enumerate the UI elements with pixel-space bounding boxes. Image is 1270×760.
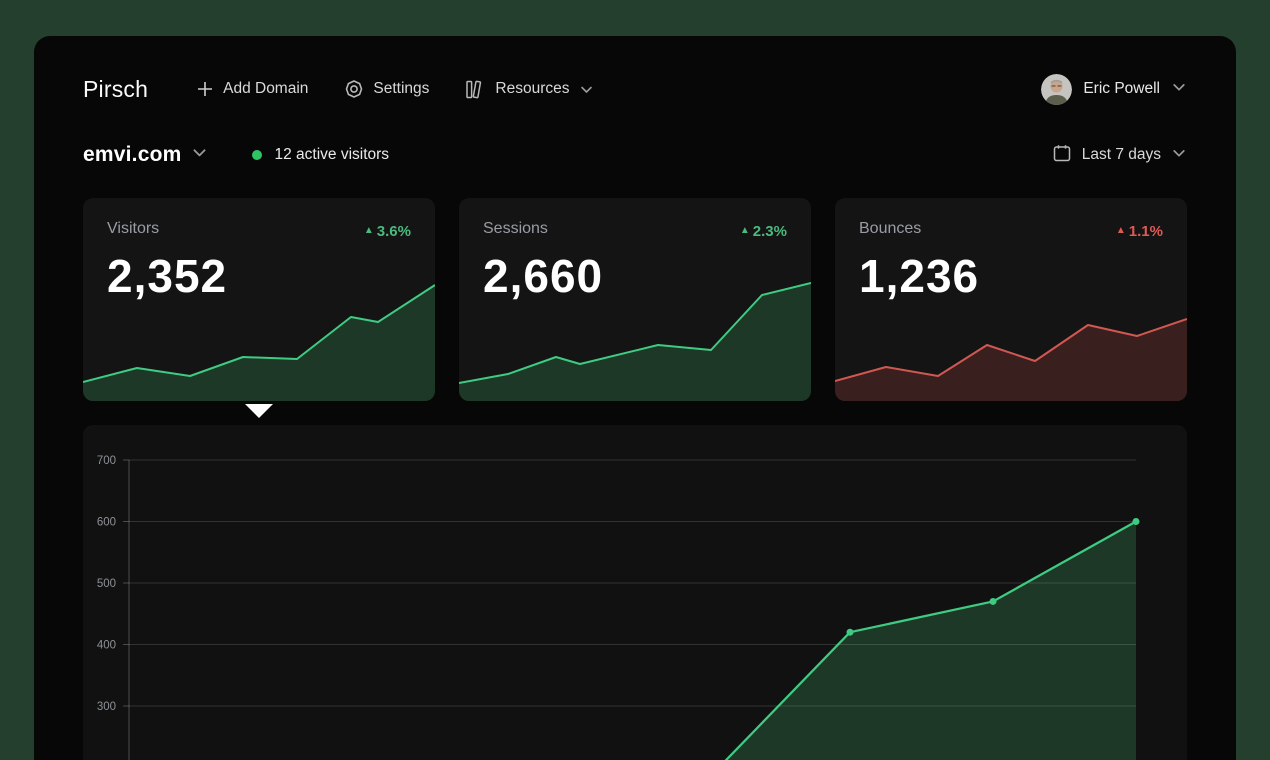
- user-menu[interactable]: Eric Powell: [1041, 74, 1187, 105]
- date-range-label: Last 7 days: [1082, 146, 1161, 164]
- domain-bar: emvi.com 12 active visitors Last 7 days: [83, 137, 1187, 173]
- stat-label: Bounces: [859, 220, 921, 238]
- svg-text:400: 400: [97, 640, 116, 652]
- sessions-sparkline: [459, 270, 811, 401]
- stats-row: Visitors ▲ 3.6% 2,352 Sessions ▲ 2.3%: [83, 198, 1187, 401]
- settings-label: Settings: [373, 80, 429, 98]
- stat-change-value: 2.3%: [753, 223, 787, 240]
- trend-up-icon: ▲: [1116, 226, 1126, 236]
- domain-selector[interactable]: emvi.com: [83, 143, 208, 167]
- selected-card-pointer-icon: [245, 404, 273, 418]
- visitors-sparkline: [83, 270, 435, 401]
- add-domain-button[interactable]: Add Domain: [196, 80, 308, 98]
- stat-change-badge: ▲ 2.3%: [740, 223, 787, 240]
- stat-card-sessions[interactable]: Sessions ▲ 2.3% 2,660: [459, 198, 811, 401]
- stat-change-value: 1.1%: [1129, 223, 1163, 240]
- svg-text:300: 300: [97, 701, 116, 713]
- trend-up-icon: ▲: [740, 226, 750, 236]
- domain-name: emvi.com: [83, 143, 181, 167]
- visitors-chart[interactable]: 300 400 500 600 700: [83, 425, 1187, 760]
- trend-up-icon: ▲: [364, 226, 374, 236]
- stat-change-badge: ▲ 1.1%: [1116, 223, 1163, 240]
- stat-label: Visitors: [107, 220, 159, 238]
- nav-items: Add Domain Settings: [196, 79, 593, 100]
- gear-icon: [344, 79, 364, 99]
- books-icon: [465, 79, 486, 100]
- top-nav: Pirsch Add Domain Settings: [83, 69, 1187, 109]
- user-name: Eric Powell: [1083, 80, 1160, 98]
- stat-label: Sessions: [483, 220, 548, 238]
- chevron-down-icon: [191, 144, 208, 166]
- plus-icon: [196, 80, 214, 98]
- app-logo[interactable]: Pirsch: [83, 76, 148, 103]
- stat-card-bounces[interactable]: Bounces ▲ 1.1% 1,236: [835, 198, 1187, 401]
- page-background: Pirsch Add Domain Settings: [0, 0, 1270, 760]
- main-chart-card: 300 400 500 600 700: [83, 425, 1187, 760]
- chevron-down-icon: [1171, 79, 1187, 100]
- resources-button[interactable]: Resources: [465, 79, 593, 100]
- active-visitors-label: 12 active visitors: [274, 146, 389, 164]
- stat-change-badge: ▲ 3.6%: [364, 223, 411, 240]
- settings-button[interactable]: Settings: [344, 79, 429, 99]
- active-visitors: 12 active visitors: [252, 146, 389, 164]
- chevron-down-icon: [1171, 145, 1187, 166]
- chevron-down-icon: [579, 82, 594, 97]
- bounces-sparkline: [835, 270, 1187, 401]
- svg-text:500: 500: [97, 578, 116, 590]
- avatar[interactable]: [1041, 74, 1072, 105]
- app-window: Pirsch Add Domain Settings: [34, 36, 1236, 760]
- date-range-selector[interactable]: Last 7 days: [1052, 143, 1187, 168]
- calendar-icon: [1052, 143, 1072, 168]
- svg-text:600: 600: [97, 517, 116, 529]
- add-domain-label: Add Domain: [223, 80, 308, 98]
- svg-text:700: 700: [97, 455, 116, 467]
- stat-change-value: 3.6%: [377, 223, 411, 240]
- resources-label: Resources: [495, 80, 569, 98]
- active-dot-icon: [252, 150, 262, 160]
- stat-card-visitors[interactable]: Visitors ▲ 3.6% 2,352: [83, 198, 435, 401]
